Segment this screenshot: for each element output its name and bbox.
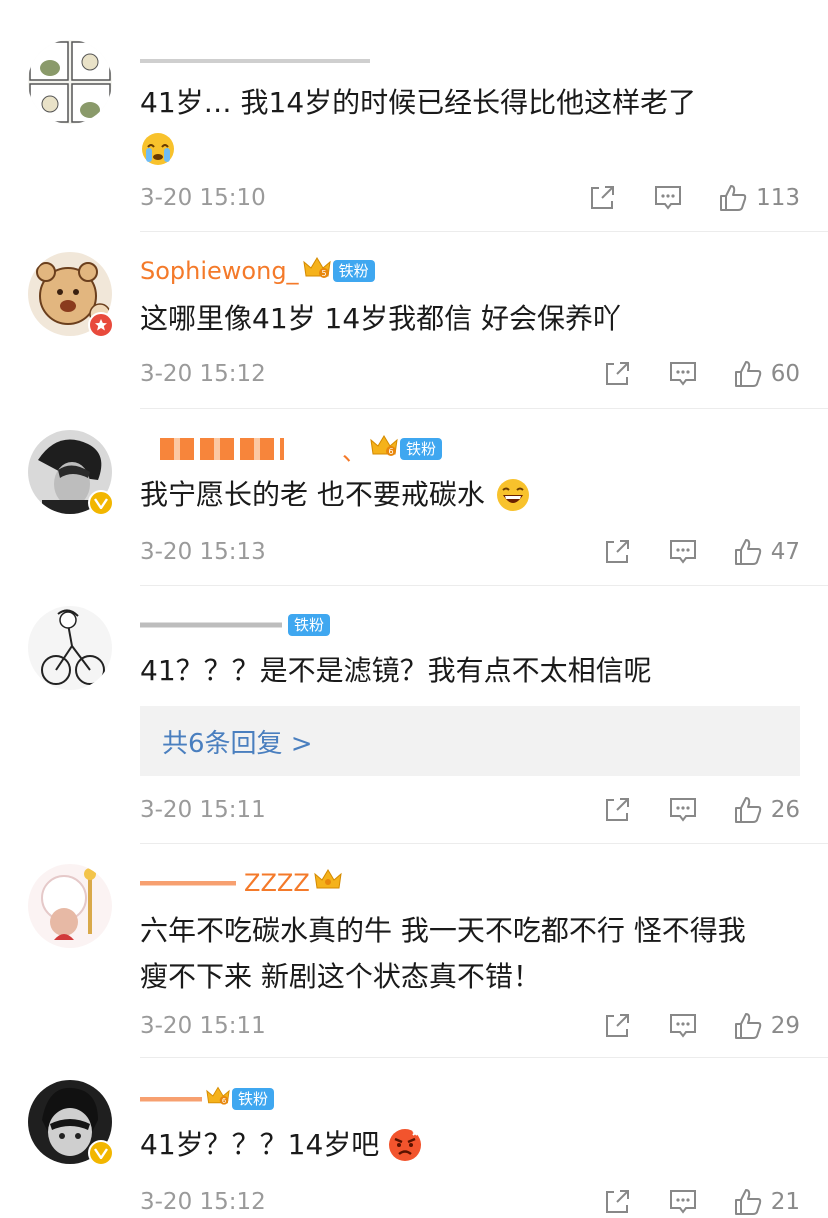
view-replies-button[interactable]: 共6条回复 > bbox=[140, 706, 800, 776]
crying-face-icon bbox=[140, 131, 176, 167]
action-bar: 60 bbox=[567, 358, 800, 390]
comment-meta: 3-20 15:12 60 bbox=[140, 354, 800, 394]
comment-icon[interactable] bbox=[667, 1186, 699, 1218]
masked-name bbox=[140, 614, 282, 636]
like-button[interactable]: 113 bbox=[718, 183, 800, 213]
svg-text:5: 5 bbox=[321, 269, 326, 278]
share-icon[interactable] bbox=[601, 358, 633, 390]
fan-badge: 铁粉 bbox=[332, 260, 375, 282]
crown-icon: 6 bbox=[370, 434, 398, 464]
like-count: 47 bbox=[770, 539, 800, 565]
share-icon[interactable] bbox=[601, 536, 633, 568]
crown-icon: 6 bbox=[206, 1085, 230, 1113]
share-icon[interactable] bbox=[586, 182, 618, 214]
like-button[interactable]: 29 bbox=[733, 1011, 800, 1041]
comment-author[interactable]: Sophiewong_ 5 铁粉 bbox=[140, 254, 375, 288]
verified-badge-icon bbox=[88, 312, 114, 338]
svg-text:6: 6 bbox=[388, 447, 393, 456]
thumb-up-icon bbox=[734, 797, 761, 823]
masked-name bbox=[140, 1088, 202, 1110]
timestamp: 3-20 15:10 bbox=[140, 185, 266, 211]
timestamp: 3-20 15:13 bbox=[140, 539, 266, 565]
comment-item: ZZZZ 六年不吃碳水真的牛 我一天不吃都不行 怪不得我 瘦不下来 新剧这个状态… bbox=[0, 844, 828, 1058]
verified-badge-icon bbox=[88, 490, 114, 516]
comment-text: 41岁… 我14岁的时候已经长得比他这样老了 bbox=[140, 80, 810, 172]
comment-author[interactable]: ZZZZ bbox=[140, 866, 342, 900]
comment-meta: 3-20 15:10 113 bbox=[140, 178, 800, 218]
timestamp: 3-20 15:12 bbox=[140, 1189, 266, 1215]
comment-icon[interactable] bbox=[667, 794, 699, 826]
comment-meta: 3-20 15:11 29 bbox=[140, 1006, 800, 1046]
share-icon[interactable] bbox=[601, 794, 633, 826]
thumb-up-icon bbox=[720, 185, 747, 211]
masked-name bbox=[140, 872, 236, 894]
avatar[interactable] bbox=[28, 864, 112, 948]
thumb-up-icon bbox=[734, 539, 761, 565]
thumb-up-icon bbox=[734, 1013, 761, 1039]
comment-meta: 3-20 15:13 47 bbox=[140, 532, 800, 572]
action-bar: 47 bbox=[567, 536, 800, 568]
comment-list: 41岁… 我14岁的时候已经长得比他这样老了 3-20 15:10 113 So… bbox=[0, 0, 828, 1218]
avatar[interactable] bbox=[28, 40, 112, 124]
comment-item: 6 铁粉 41岁？？？14岁吧 3-20 15:12 21 bbox=[0, 1058, 828, 1218]
comment-icon[interactable] bbox=[667, 358, 699, 390]
laughing-face-icon bbox=[495, 477, 531, 513]
angry-face-icon bbox=[387, 1127, 423, 1163]
share-icon[interactable] bbox=[601, 1010, 633, 1042]
comment-item: Sophiewong_ 5 铁粉 这哪里像41岁 14岁我都信 好会保养吖 3-… bbox=[0, 232, 828, 410]
comment-meta: 3-20 15:11 26 bbox=[140, 790, 800, 830]
comment-author[interactable]: 6 铁粉 bbox=[140, 1082, 275, 1116]
thumb-up-icon bbox=[734, 361, 761, 387]
divider bbox=[140, 408, 828, 409]
verified-badge-icon bbox=[88, 1140, 114, 1166]
comment-text: 六年不吃碳水真的牛 我一天不吃都不行 怪不得我 瘦不下来 新剧这个状态真不错！ bbox=[140, 914, 746, 993]
comment-text: 41岁？？？14岁吧 bbox=[140, 1122, 810, 1168]
crown-icon: 5 bbox=[302, 256, 331, 286]
crown-icon bbox=[314, 868, 342, 898]
fan-badge: 铁粉 bbox=[232, 1088, 275, 1110]
svg-text:6: 6 bbox=[222, 1097, 226, 1105]
comment-author[interactable]: 、 6 铁粉 bbox=[140, 432, 443, 466]
fan-badge: 铁粉 bbox=[288, 614, 331, 636]
like-count: 26 bbox=[770, 797, 800, 823]
action-bar: 113 bbox=[552, 182, 800, 214]
like-button[interactable]: 21 bbox=[733, 1187, 800, 1217]
like-button[interactable]: 26 bbox=[733, 795, 800, 825]
masked-name bbox=[140, 50, 370, 72]
like-count: 29 bbox=[770, 1013, 800, 1039]
share-icon[interactable] bbox=[601, 1186, 633, 1218]
comment-icon[interactable] bbox=[652, 182, 684, 214]
comment-icon[interactable] bbox=[667, 536, 699, 568]
avatar[interactable] bbox=[28, 606, 112, 690]
comment-text: 我宁愿长的老 也不要戒碳水 bbox=[140, 472, 810, 518]
comment-item: 铁粉 41？？？是不是滤镜？我有点不太相信呢 共6条回复 > 3-20 15:1… bbox=[0, 586, 828, 844]
like-count: 21 bbox=[770, 1189, 800, 1215]
like-count: 60 bbox=[770, 361, 800, 387]
like-button[interactable]: 60 bbox=[733, 359, 800, 389]
like-button[interactable]: 47 bbox=[733, 537, 800, 567]
action-bar: 26 bbox=[567, 794, 800, 826]
timestamp: 3-20 15:11 bbox=[140, 797, 266, 823]
comment-text: 这哪里像41岁 14岁我都信 好会保养吖 bbox=[140, 302, 622, 335]
timestamp: 3-20 15:12 bbox=[140, 361, 266, 387]
comment-author[interactable] bbox=[140, 44, 370, 78]
comment-icon[interactable] bbox=[667, 1010, 699, 1042]
fan-badge: 铁粉 bbox=[400, 438, 443, 460]
thumb-up-icon bbox=[734, 1189, 761, 1215]
comment-meta: 3-20 15:12 21 bbox=[140, 1182, 800, 1218]
action-bar: 29 bbox=[567, 1010, 800, 1042]
comment-item: 41岁… 我14岁的时候已经长得比他这样老了 3-20 15:10 113 bbox=[0, 0, 828, 232]
comment-item: 、 6 铁粉 我宁愿长的老 也不要戒碳水 3-20 15:13 47 bbox=[0, 410, 828, 586]
action-bar: 21 bbox=[567, 1186, 800, 1218]
comment-author[interactable]: 铁粉 bbox=[140, 608, 331, 642]
like-count: 113 bbox=[756, 185, 800, 211]
timestamp: 3-20 15:11 bbox=[140, 1013, 266, 1039]
masked-name bbox=[160, 438, 284, 460]
comment-text: 41？？？是不是滤镜？我有点不太相信呢 bbox=[140, 654, 652, 687]
